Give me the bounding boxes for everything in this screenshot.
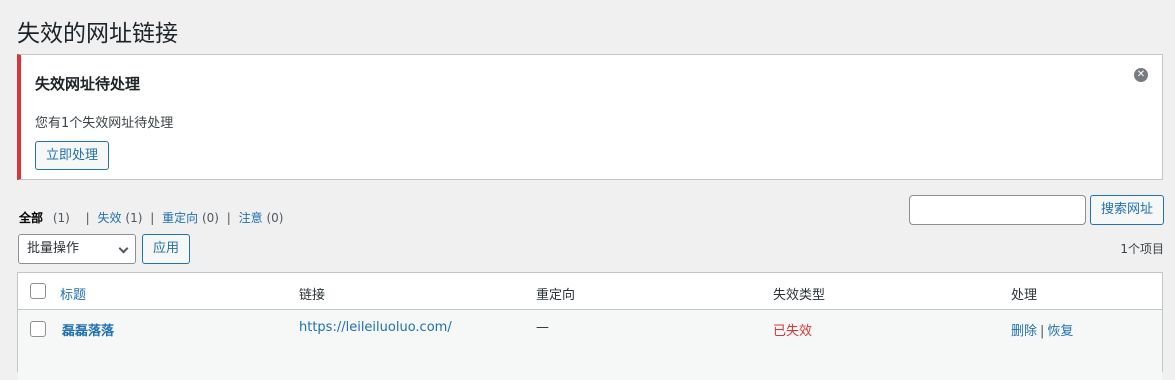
select-all-checkbox[interactable] xyxy=(30,283,46,299)
notice-title: 失效网址待处理 xyxy=(35,75,141,93)
filter-separator: | xyxy=(226,211,231,225)
status-filters: 全部 (1) | 失效 (1) | 重定向 (0) | 注意 (0) xyxy=(19,209,283,226)
column-link: 链接 xyxy=(299,288,326,303)
row-actions: 删除 | 恢复 xyxy=(1011,320,1073,339)
bulk-actions-value: 批量操作 xyxy=(27,241,80,256)
column-redirect: 重定向 xyxy=(536,288,576,303)
row-title[interactable]: 磊磊落落 xyxy=(62,320,114,339)
apply-button[interactable]: 应用 xyxy=(142,234,190,264)
process-now-button[interactable]: 立即处理 xyxy=(35,141,109,170)
search-input[interactable] xyxy=(909,195,1086,225)
chevron-down-icon xyxy=(118,243,129,254)
row-link[interactable]: https://leileiluoluo.com/ xyxy=(299,320,452,335)
bulk-actions-select[interactable]: 批量操作 xyxy=(18,234,136,264)
filter-redirect[interactable]: 重定向 xyxy=(162,211,198,225)
row-type: 已失效 xyxy=(773,324,813,339)
filter-all[interactable]: 全部 xyxy=(19,211,43,225)
search-button[interactable]: 搜索网址 xyxy=(1090,195,1164,225)
filter-notice[interactable]: 注意 xyxy=(239,211,263,225)
row-checkbox[interactable] xyxy=(30,321,46,337)
table-row: 磊磊落落 https://leileiluoluo.com/ — 已失效 删除 |… xyxy=(18,310,1162,380)
column-type: 失效类型 xyxy=(773,288,826,303)
filter-separator: | xyxy=(85,211,90,225)
page-title: 失效的网址链接 xyxy=(17,21,178,47)
filter-separator: | xyxy=(150,211,155,225)
notice-message: 您有1个失效网址待处理 xyxy=(35,116,174,131)
filter-redirect-count: (0) xyxy=(201,211,219,225)
broken-links-notice: 失效网址待处理 ✕ 您有1个失效网址待处理 立即处理 xyxy=(17,54,1163,180)
dismiss-icon[interactable]: ✕ xyxy=(1134,68,1148,82)
filter-broken-count: (1) xyxy=(125,211,143,225)
items-count: 1个项目 xyxy=(1120,242,1164,256)
column-title[interactable]: 标题 xyxy=(60,284,86,303)
filter-all-count: (1) xyxy=(52,211,70,225)
restore-link[interactable]: 恢复 xyxy=(1047,324,1073,339)
action-separator: | xyxy=(1040,324,1045,339)
links-table: 标题 链接 重定向 失效类型 处理 磊磊落落 https://leileiluo… xyxy=(17,272,1163,380)
column-action: 处理 xyxy=(1011,288,1038,303)
delete-link[interactable]: 删除 xyxy=(1011,324,1037,339)
table-header: 标题 链接 重定向 失效类型 处理 xyxy=(18,273,1162,310)
row-redirect: — xyxy=(536,320,549,335)
filter-notice-count: (0) xyxy=(266,211,284,225)
filter-broken[interactable]: 失效 xyxy=(98,211,122,225)
